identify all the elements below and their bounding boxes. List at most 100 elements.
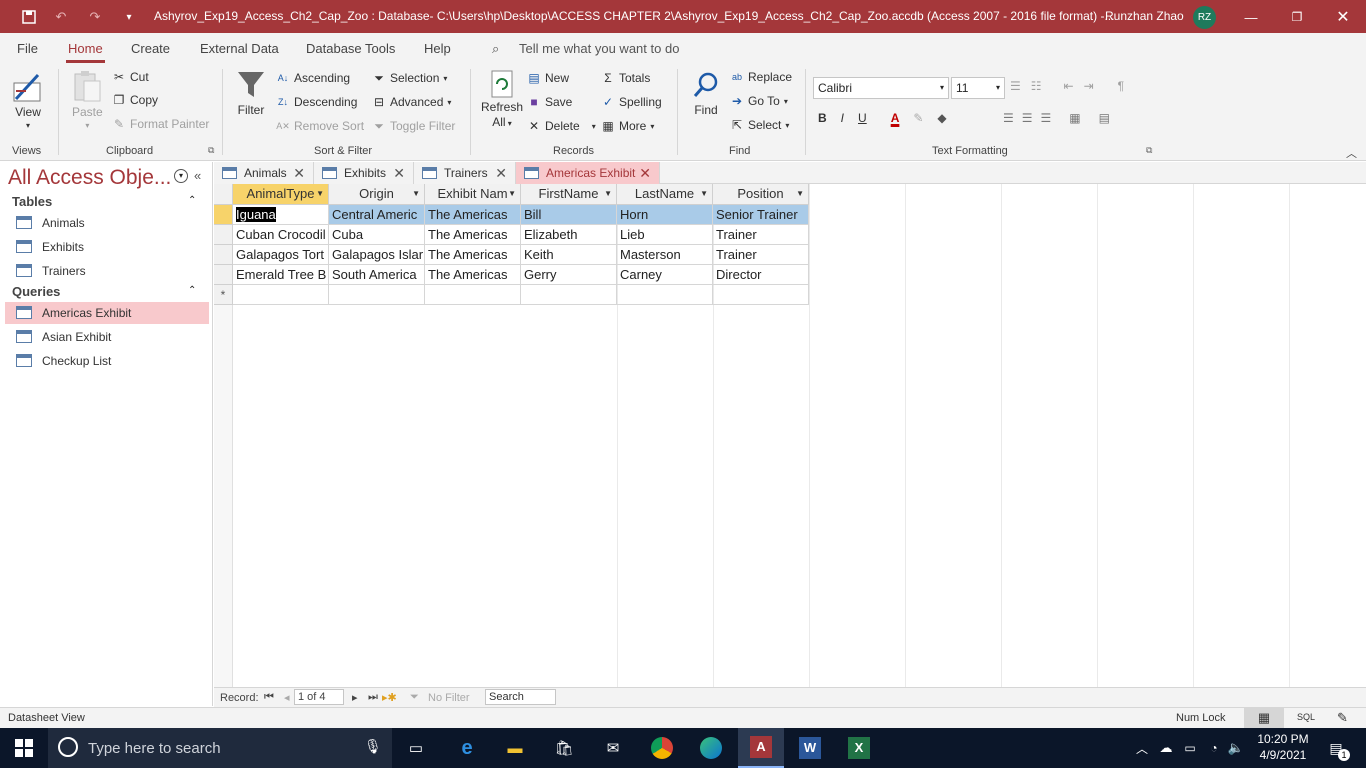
totals-button[interactable]: Σ Totals	[601, 71, 650, 85]
descending-button[interactable]: Z↓ Descending	[276, 95, 357, 109]
format-painter-button[interactable]: ✎ Format Painter	[112, 117, 209, 131]
nav-item-animals[interactable]: Animals	[5, 212, 209, 234]
queries-section-label[interactable]: Queries	[12, 284, 60, 299]
dropdown-icon[interactable]: ▼	[316, 184, 324, 204]
remove-sort-button[interactable]: A✕ Remove Sort	[276, 119, 364, 133]
tab-animals[interactable]: Animals ✕	[214, 162, 314, 184]
tab-file[interactable]: File	[17, 41, 38, 56]
microphone-icon[interactable]: 🎙	[364, 738, 382, 755]
alternate-row-icon[interactable]: ▤	[1099, 111, 1110, 125]
collapse-ribbon-icon[interactable]: ︿	[1346, 145, 1357, 161]
table-cell[interactable]	[521, 285, 617, 305]
table-cell[interactable]: Cuba	[329, 225, 425, 245]
table-cell[interactable]: Lieb	[617, 225, 713, 245]
new-record-nav-icon[interactable]: ▸✱	[382, 691, 397, 704]
align-left-icon[interactable]: ☰	[1003, 111, 1014, 125]
table-cell[interactable]: Trainer	[713, 225, 809, 245]
new-record-marker[interactable]: *	[214, 285, 233, 305]
avatar[interactable]: RZ	[1193, 6, 1216, 29]
volume-icon[interactable]: 🔈	[1222, 734, 1250, 762]
table-cell[interactable]	[713, 285, 809, 305]
minimize-icon[interactable]: —	[1240, 6, 1262, 28]
italic-icon[interactable]: I	[841, 111, 844, 125]
close-tab-icon[interactable]: ✕	[639, 165, 651, 182]
table-cell[interactable]: Elizabeth	[521, 225, 617, 245]
tab-home[interactable]: Home	[66, 41, 105, 63]
table-cell[interactable]: Central Americ	[329, 205, 425, 225]
tab-create[interactable]: Create	[131, 41, 170, 56]
column-header-lastname[interactable]: LastName ▼	[617, 184, 713, 205]
record-position-input[interactable]: 1 of 4	[294, 689, 344, 705]
next-record-icon[interactable]: ▸	[352, 691, 358, 704]
table-cell[interactable]: Emerald Tree B	[233, 265, 329, 285]
close-tab-icon[interactable]: ✕	[393, 165, 405, 182]
nav-item-asian-exhibit[interactable]: Asian Exhibit	[5, 326, 209, 348]
tab-external-data[interactable]: External Data	[200, 41, 279, 56]
close-tab-icon[interactable]: ✕	[293, 165, 305, 182]
font-size-select[interactable]: 11 ▾	[951, 77, 1005, 99]
table-cell[interactable]: Bill	[521, 205, 617, 225]
filter-button[interactable]: Filter	[236, 69, 266, 117]
close-icon[interactable]: ✕	[1332, 6, 1354, 28]
table-cell[interactable]: Iguana	[233, 205, 329, 225]
design-view-icon[interactable]: ✎	[1337, 710, 1348, 726]
first-record-icon[interactable]: ⏮	[264, 691, 274, 704]
align-right-icon[interactable]: ☰	[1041, 111, 1052, 125]
table-cell[interactable]: South America	[329, 265, 425, 285]
row-selector[interactable]	[214, 245, 233, 265]
nav-item-checkup-list[interactable]: Checkup List	[5, 350, 209, 372]
table-cell[interactable]: Cuban Crocodil	[233, 225, 329, 245]
save-icon[interactable]	[18, 6, 40, 28]
spelling-button[interactable]: ✓ Spelling	[601, 95, 662, 109]
mail-icon[interactable]: ✉	[599, 734, 627, 762]
nav-title[interactable]: All Access Obje...	[8, 166, 171, 190]
tab-exhibits[interactable]: Exhibits ✕	[314, 162, 414, 184]
cut-button[interactable]: ✂ Cut	[112, 70, 149, 84]
search-icon[interactable]: ⌕	[492, 41, 499, 57]
view-button[interactable]: View ▾	[12, 69, 44, 130]
table-cell[interactable]	[617, 285, 713, 305]
table-cell[interactable]: Director	[713, 265, 809, 285]
bold-icon[interactable]: B	[818, 111, 827, 125]
last-record-icon[interactable]: ⏭	[368, 691, 378, 704]
edge-icon[interactable]	[697, 734, 725, 762]
find-button[interactable]: Find	[692, 71, 720, 117]
replace-button[interactable]: ab Replace	[730, 70, 792, 84]
tab-help[interactable]: Help	[424, 41, 451, 56]
table-cell[interactable]	[233, 285, 329, 305]
copy-button[interactable]: ❐ Copy	[112, 93, 158, 107]
previous-record-icon[interactable]: ◂	[284, 691, 290, 704]
redo-icon[interactable]: ↷	[84, 6, 106, 28]
toggle-filter-button[interactable]: ⏷ Toggle Filter	[372, 119, 455, 133]
close-tab-icon[interactable]: ✕	[495, 165, 507, 182]
paragraph-icon[interactable]: ¶	[1118, 79, 1124, 93]
tab-trainers[interactable]: Trainers ✕	[414, 162, 516, 184]
align-center-icon[interactable]: ☰	[1022, 111, 1033, 125]
indent-icon[interactable]: ⇤	[1064, 79, 1074, 93]
column-header-firstname[interactable]: FirstName ▼	[521, 184, 617, 205]
undo-icon[interactable]: ↶	[50, 6, 72, 28]
nav-menu-icon[interactable]: ▾	[174, 169, 188, 183]
dropdown-icon[interactable]: ▼	[796, 184, 804, 204]
select-all-corner[interactable]	[214, 184, 233, 205]
table-cell[interactable]: Carney	[617, 265, 713, 285]
gridlines-icon[interactable]: ▦	[1069, 111, 1080, 125]
chrome-icon[interactable]	[648, 734, 676, 762]
nav-item-americas-exhibit[interactable]: Americas Exhibit	[5, 302, 209, 324]
table-cell[interactable]: The Americas	[425, 245, 521, 265]
table-cell[interactable]: Keith	[521, 245, 617, 265]
access-taskbar-button[interactable]: A	[738, 728, 784, 768]
nav-item-trainers[interactable]: Trainers	[5, 260, 209, 282]
row-selector[interactable]	[214, 225, 233, 245]
restore-icon[interactable]: ❐	[1286, 6, 1308, 28]
column-header-exhibit-name[interactable]: Exhibit Nam ▼	[425, 184, 521, 205]
table-cell[interactable]	[329, 285, 425, 305]
table-cell[interactable]: The Americas	[425, 265, 521, 285]
column-header-origin[interactable]: Origin ▼	[329, 184, 425, 205]
paste-button[interactable]: Paste ▾	[72, 69, 103, 130]
more-button[interactable]: ▦ More ▾	[601, 119, 654, 133]
datasheet-view-icon[interactable]: ▦	[1244, 708, 1284, 728]
tab-database-tools[interactable]: Database Tools	[306, 41, 395, 56]
save-record-button[interactable]: ■ Save	[527, 95, 572, 109]
collapse-queries-icon[interactable]: ⌃	[188, 285, 196, 296]
